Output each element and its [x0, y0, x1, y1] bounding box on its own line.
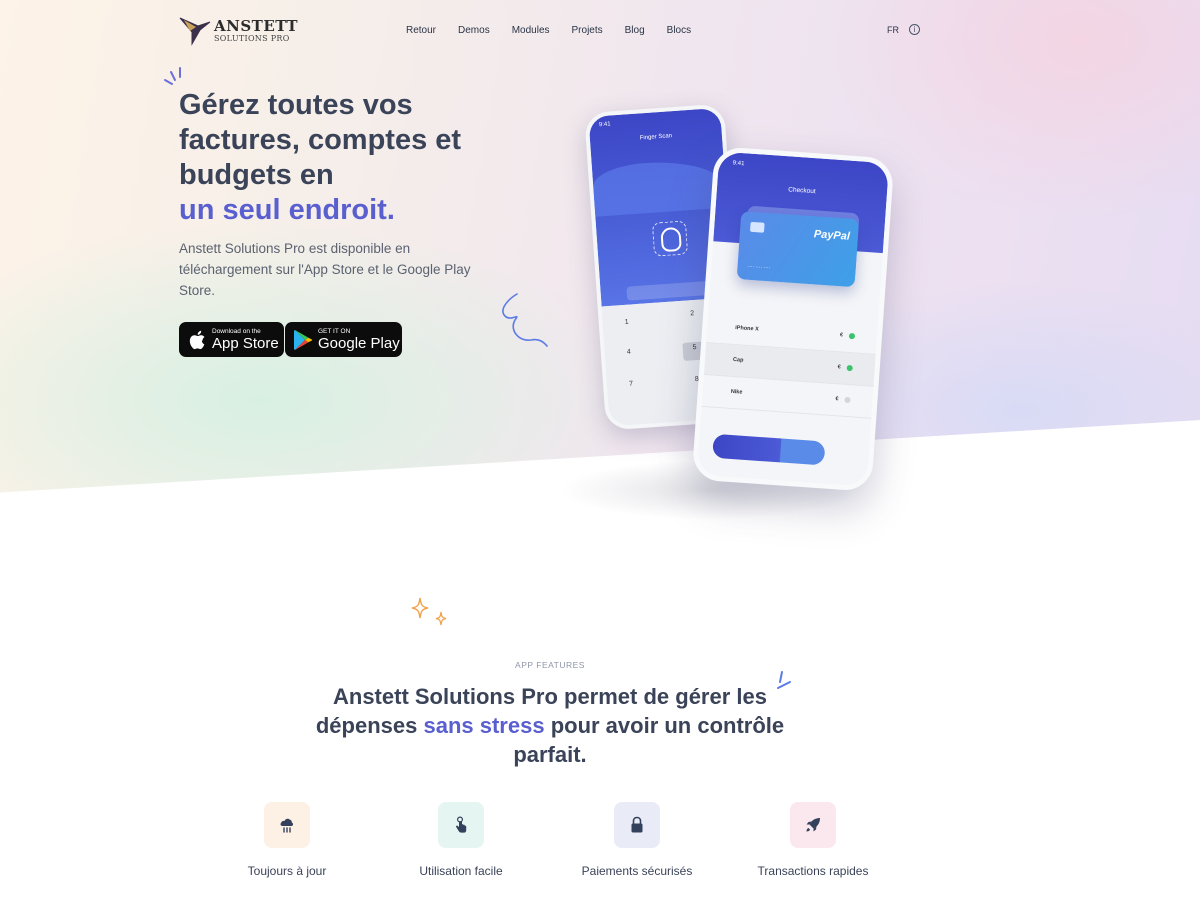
app-store-big-text: App Store	[212, 334, 279, 352]
google-play-icon	[293, 329, 313, 350]
nav-link-blog[interactable]: Blog	[625, 25, 645, 36]
language-switcher[interactable]: FR	[887, 25, 899, 35]
hero-description: Anstett Solutions Pro est disponible en …	[179, 241, 471, 298]
brand-tagline: SOLUTIONS PRO	[214, 34, 290, 43]
fingerprint-icon	[651, 220, 689, 257]
nav-link-modules[interactable]: Modules	[512, 25, 550, 36]
info-icon[interactable]: i	[909, 24, 920, 35]
rocket-icon	[790, 802, 836, 848]
top-navigation: ANSTETT SOLUTIONS PRO Retour Demos Modul…	[0, 0, 1200, 62]
feature-item-always-updated: Toujours à jour	[207, 802, 367, 878]
paypal-card: PayPal ···· ···· ····	[736, 211, 860, 288]
hero-title-line3: budgets en	[179, 159, 334, 191]
nav-right: FR i	[887, 24, 920, 35]
nav-link-projets[interactable]: Projets	[572, 25, 603, 36]
feature-label: Toujours à jour	[247, 864, 327, 878]
card-brand: PayPal	[813, 228, 851, 243]
features-title: Anstett Solutions Pro permet de gérer le…	[300, 682, 800, 769]
hero-title-accent: un seul endroit.	[179, 194, 395, 226]
nav-link-demos[interactable]: Demos	[458, 25, 490, 36]
google-play-button[interactable]: GET IT ON Google Play	[285, 322, 402, 357]
feature-item-fast-transactions: Transactions rapides	[733, 802, 893, 878]
brand-logo[interactable]: ANSTETT SOLUTIONS PRO	[178, 14, 308, 50]
sparkle-icon	[411, 597, 447, 626]
lock-icon	[614, 802, 660, 848]
feature-label: Utilisation facile	[419, 864, 503, 878]
tap-hand-icon	[438, 802, 484, 848]
nav-link-blocs[interactable]: Blocs	[667, 25, 691, 36]
brand-name: ANSTETT	[214, 17, 299, 35]
hummingbird-icon	[179, 17, 211, 46]
phone-mockup-checkout: 9:41 Checkout PayPal ···· ···· ···· iPho…	[691, 146, 895, 492]
features-title-accent: sans stress	[423, 713, 545, 738]
feature-item-easy-use: Utilisation facile	[381, 802, 541, 878]
google-play-big-text: Google Play	[318, 334, 400, 352]
nav-links: Retour Demos Modules Projets Blog Blocs	[406, 25, 713, 36]
burst-decoration-icon	[164, 67, 181, 85]
hero-title-line2: factures, comptes et	[179, 124, 462, 156]
hero-title: Gérez toutes vos factures, comptes et bu…	[179, 88, 499, 228]
pay-now-bar	[712, 433, 826, 466]
cloud-sync-icon	[264, 802, 310, 848]
app-store-button[interactable]: Download on the App Store	[179, 322, 284, 357]
nav-link-retour[interactable]: Retour	[406, 25, 436, 36]
hero-title-line1: Gérez toutes vos	[179, 89, 413, 121]
feature-label: Paiements sécurisés	[581, 864, 693, 878]
squiggle-decoration-icon	[502, 293, 548, 347]
features-eyebrow: APP FEATURES	[515, 660, 585, 670]
features-title-part2: pour avoir un contrôle parfait.	[513, 713, 785, 767]
feature-label: Transactions rapides	[757, 864, 869, 878]
apple-icon	[187, 330, 207, 350]
feature-item-secure-payments: Paiements sécurisés	[557, 802, 717, 878]
